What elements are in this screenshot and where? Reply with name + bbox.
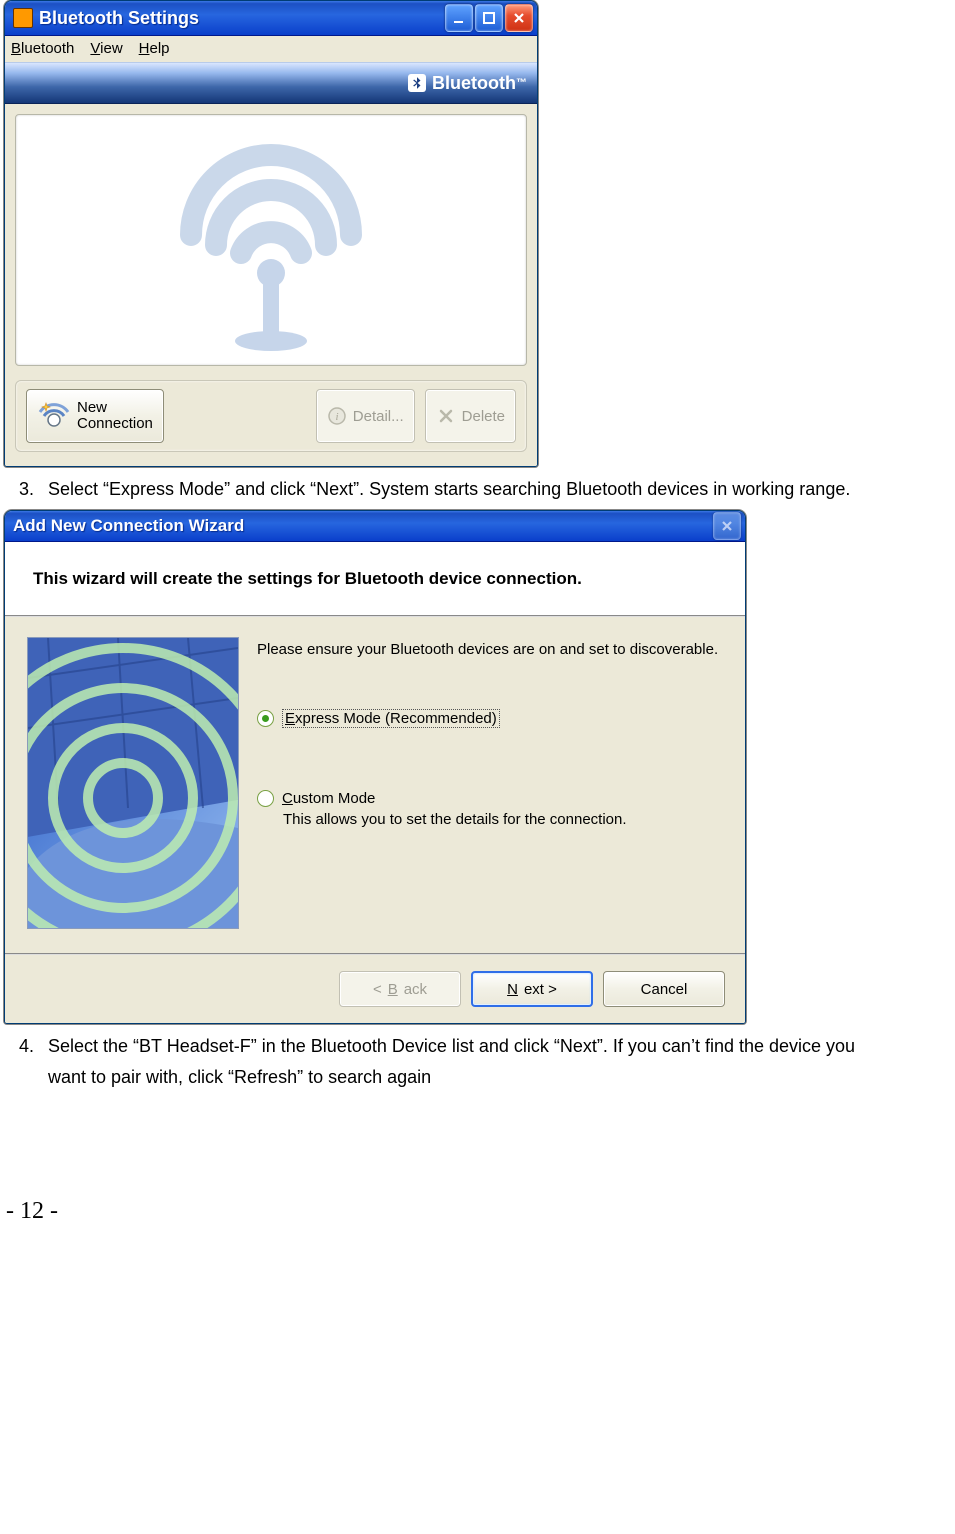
custom-mode-desc: This allows you to set the details for t… [283,811,723,828]
new-connection-button[interactable]: New Connection [26,389,164,443]
signal-icon [121,125,421,355]
delete-icon [436,406,456,426]
wizard-title: Add New Connection Wizard [13,516,713,536]
delete-button: Delete [425,389,516,443]
menubar: Bluetooth View Help [5,36,537,62]
radio-off-icon [257,790,274,807]
brand-label: Bluetooth [432,73,516,94]
close-button[interactable] [713,512,741,540]
wizard-ensure-text: Please ensure your Bluetooth devices are… [257,639,723,661]
back-button: < Back [339,971,461,1007]
next-button[interactable]: Next > [471,971,593,1007]
bluetooth-settings-window: Bluetooth Settings Bluetooth View Help [4,0,538,467]
new-connection-label-2: Connection [77,415,153,432]
wizard-heading: This wizard will create the settings for… [5,542,745,617]
step-4-num: 4. [0,1036,48,1057]
info-icon: i [327,406,347,426]
wizard-image [27,637,239,929]
menu-bluetooth[interactable]: Bluetooth [11,40,74,57]
step-3-num: 3. [0,479,48,500]
step-4-text-2: want to pair with, click “Refresh” to se… [0,1067,955,1088]
app-icon [13,8,33,28]
button-row: New Connection i Detail... Delete [15,380,527,452]
step-4-instruction: 4.Select the “BT Headset-F” in the Bluet… [0,1036,955,1057]
detail-label: Detail... [353,408,404,425]
window-title: Bluetooth Settings [39,8,445,29]
step-3-instruction: 3.Select “Express Mode” and click “Next”… [0,479,955,500]
titlebar[interactable]: Bluetooth Settings [5,1,537,36]
new-connection-icon [37,399,71,433]
detail-button: i Detail... [316,389,415,443]
page-number: - 12 - [6,1198,955,1225]
cancel-button[interactable]: Cancel [603,971,725,1007]
wizard-titlebar[interactable]: Add New Connection Wizard [5,511,745,542]
step-4-text-1: Select the “BT Headset-F” in the Bluetoo… [48,1036,855,1056]
express-mode-radio[interactable]: Express Mode (Recommended) [257,709,723,728]
minimize-button[interactable] [445,4,473,32]
cancel-label: Cancel [641,981,688,998]
custom-mode-radio[interactable]: Custom Mode [257,790,723,807]
menu-view[interactable]: View [90,40,122,57]
svg-text:i: i [335,411,338,423]
bluetooth-icon [408,74,426,92]
device-list-panel[interactable] [15,114,527,366]
radio-on-icon [257,710,274,727]
maximize-button[interactable] [475,4,503,32]
new-connection-label-1: New [77,399,107,416]
wizard-footer: < Back Next > Cancel [5,953,745,1023]
close-button[interactable] [505,4,533,32]
delete-label: Delete [462,408,505,425]
add-new-connection-wizard-window: Add New Connection Wizard This wizard wi… [4,510,746,1024]
menu-help[interactable]: Help [139,40,170,57]
brand-bar: Bluetooth™ [5,62,537,104]
step-3-text: Select “Express Mode” and click “Next”. … [48,479,850,499]
